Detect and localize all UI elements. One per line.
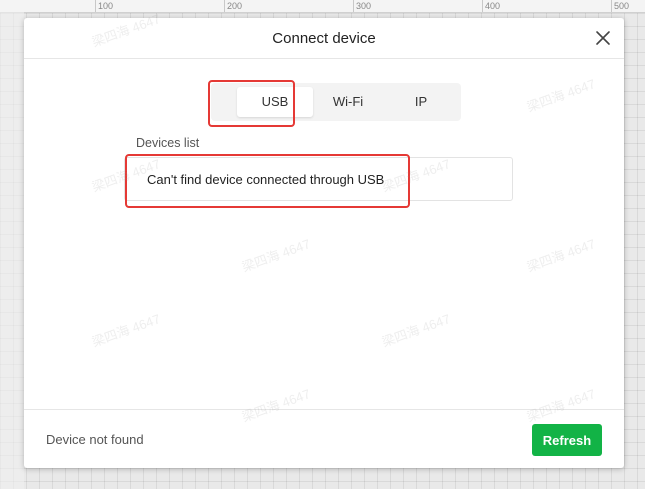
- dialog-title: Connect device: [272, 30, 376, 47]
- dialog-header: Connect device: [24, 18, 624, 59]
- no-device-message: Can't find device connected through USB: [147, 172, 385, 187]
- tab-ip[interactable]: IP: [383, 87, 459, 117]
- device-status-text: Device not found: [46, 432, 144, 447]
- ruler-tick: 400: [481, 0, 501, 12]
- ruler-tick: 200: [223, 0, 243, 12]
- tab-usb[interactable]: USB: [237, 87, 313, 117]
- refresh-button[interactable]: Refresh: [532, 424, 602, 456]
- ruler-tick: 500: [610, 0, 630, 12]
- left-ruler: [0, 12, 24, 489]
- ruler-tick: 100: [94, 0, 114, 12]
- devices-list[interactable]: Can't find device connected through USB: [124, 157, 513, 201]
- ruler-tick: 300: [352, 0, 372, 12]
- top-ruler: 100 200 300 400 500: [0, 0, 645, 13]
- close-icon[interactable]: [594, 29, 612, 47]
- connect-device-dialog: Connect device USB Wi-Fi IP Devices list…: [24, 18, 624, 468]
- connection-tabs: USB Wi-Fi IP: [211, 83, 461, 121]
- devices-list-label: Devices list: [136, 136, 200, 150]
- tab-wifi[interactable]: Wi-Fi: [310, 87, 386, 117]
- dialog-footer: Device not found Refresh: [24, 409, 624, 468]
